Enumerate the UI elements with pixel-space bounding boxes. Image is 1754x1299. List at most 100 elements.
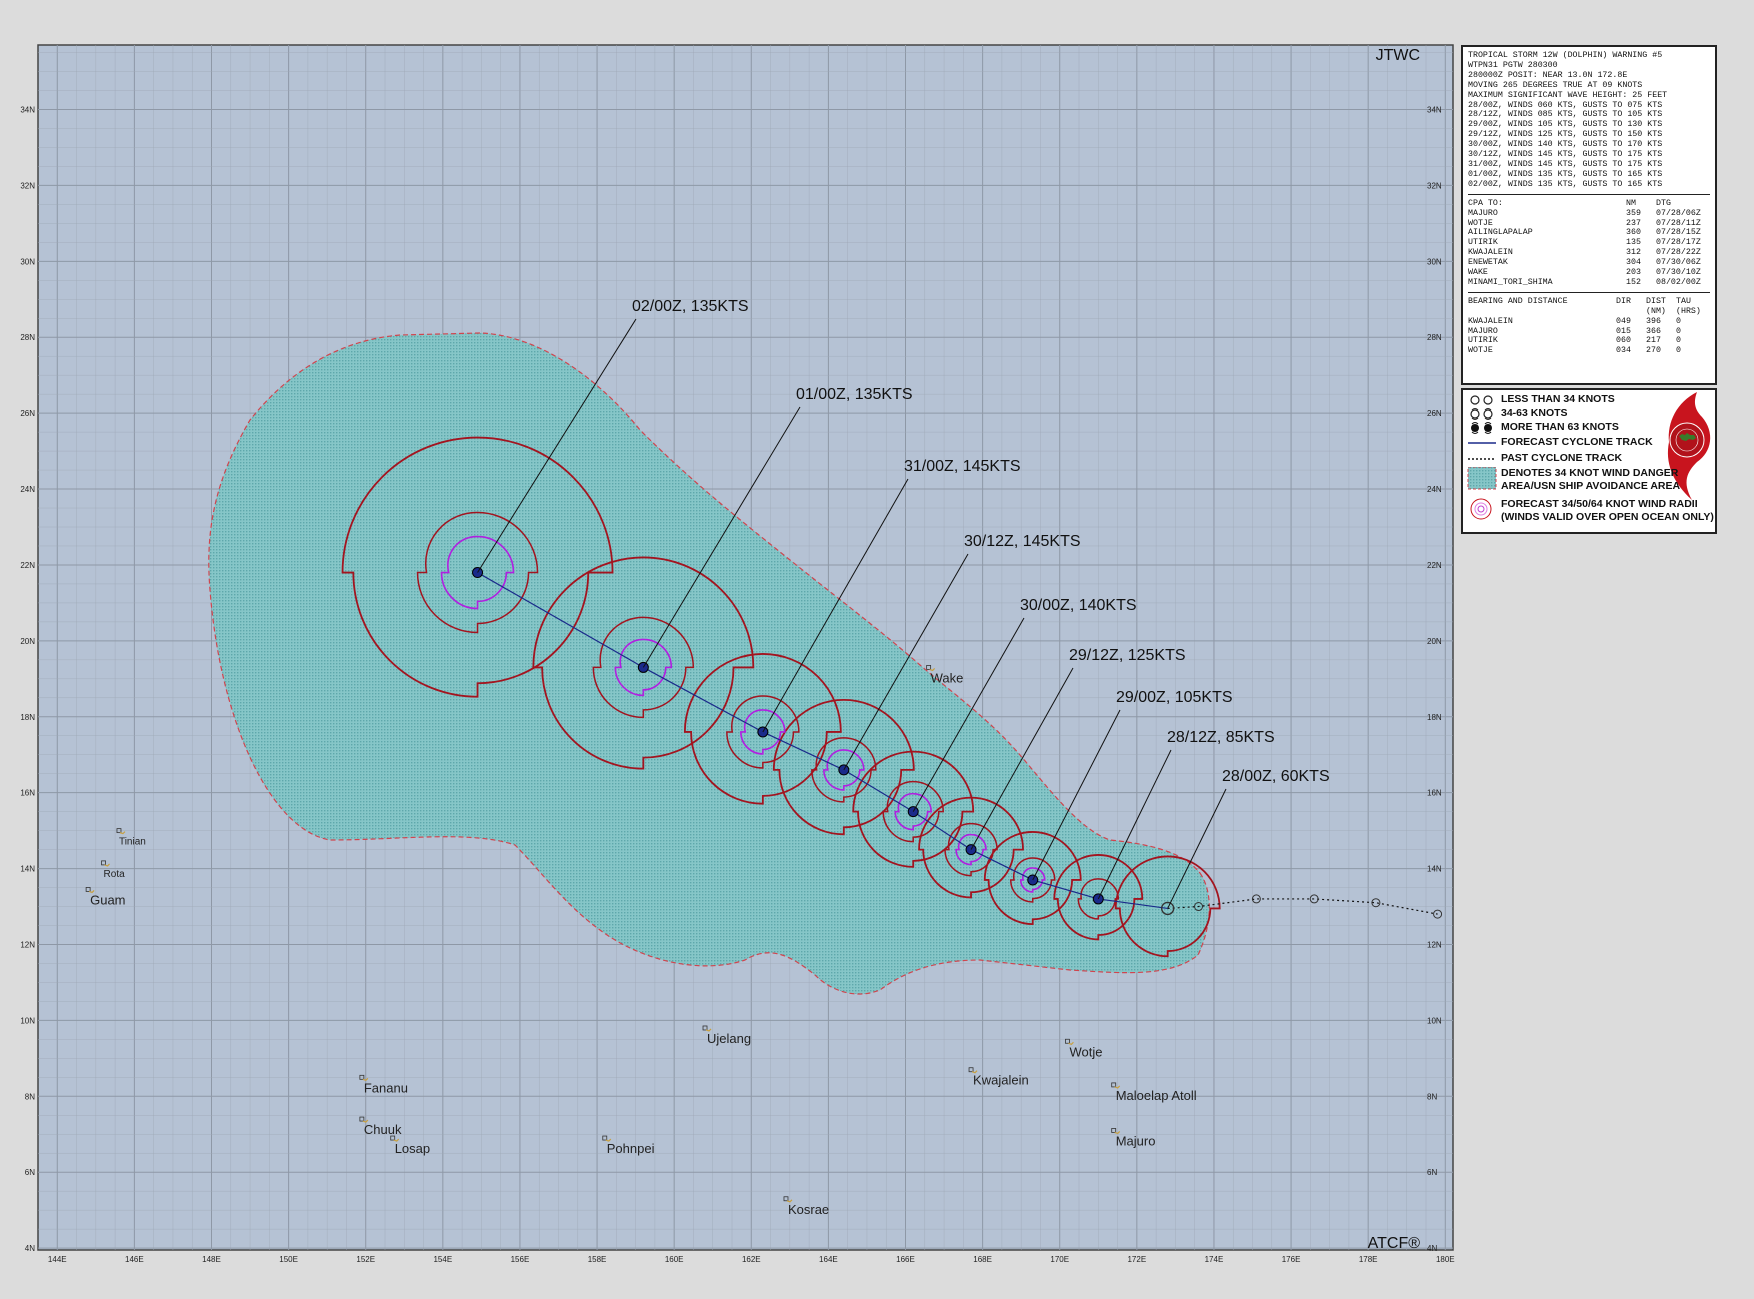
latitude-label-right: 18N xyxy=(1427,713,1442,722)
cpa-cell: 152 xyxy=(1626,277,1641,287)
longitude-label: 148E xyxy=(202,1255,221,1264)
latitude-label-right: 26N xyxy=(1427,409,1442,418)
bearing-cell: MAJURO xyxy=(1468,326,1498,336)
legend-item: FORECAST 34/50/64 KNOT WIND RADII (WINDS… xyxy=(1463,498,1714,524)
forecast-label: 30/12Z, 145KTS xyxy=(964,533,1081,550)
software-label: ATCF® xyxy=(1368,1235,1421,1252)
warning-line: MAXIMUM SIGNIFICANT WAVE HEIGHT: 25 FEET xyxy=(1468,90,1668,100)
34-63-knots-icon xyxy=(1470,408,1493,420)
cpa-cell: 07/28/17Z xyxy=(1656,238,1701,248)
place-label: Maloelap Atoll xyxy=(1116,1088,1197,1103)
cpa-row: ENEWETAK 304 07/30/06Z xyxy=(1468,258,1710,268)
warning-line: TROPICAL STORM 12W (DOLPHIN) WARNING #5 xyxy=(1468,51,1663,60)
cpa-cell: UTIRIK xyxy=(1468,238,1498,248)
bearing-cell: 217 xyxy=(1646,336,1661,346)
bearing-cell: 0 xyxy=(1676,346,1681,356)
legend-item: MORE THAN 63 KNOTS xyxy=(1463,421,1619,435)
cpa-cell: 237 xyxy=(1626,218,1641,228)
bearing-subheader-row: (NM) (HRS) xyxy=(1468,307,1710,317)
legend-label: LESS THAN 34 KNOTS xyxy=(1501,393,1615,405)
warning-line: 01/00Z, WINDS 135 KTS, GUSTS TO 165 KTS xyxy=(1468,169,1663,179)
cpa-row: MINAMI_TORI_SHIMA 152 08/02/00Z xyxy=(1468,278,1710,288)
bearing-row: WOTJE 034 270 0 xyxy=(1468,346,1710,356)
warning-line: 29/00Z, WINDS 105 KTS, GUSTS TO 130 KTS xyxy=(1468,120,1663,130)
danger-area-icon xyxy=(1467,467,1497,490)
warning-line: 28/00Z, WINDS 060 KTS, GUSTS TO 075 KTS xyxy=(1468,100,1663,110)
bearing-dist-header: DIST xyxy=(1646,296,1666,306)
legend-item: LESS THAN 34 KNOTS xyxy=(1463,393,1615,407)
bearing-cell: 060 xyxy=(1616,336,1631,346)
latitude-label-right: 10N xyxy=(1427,1016,1442,1025)
warning-line: 02/00Z, WINDS 135 KTS, GUSTS TO 165 KTS xyxy=(1468,179,1663,189)
cpa-cell: 135 xyxy=(1626,238,1641,248)
cpa-row: WAKE 203 07/30/10Z xyxy=(1468,268,1710,278)
legend-label: FORECAST 34/50/64 KNOT WIND RADII (WINDS… xyxy=(1501,498,1714,523)
bearing-tau-header: TAU xyxy=(1676,296,1691,306)
warning-line: 30/00Z, WINDS 140 KTS, GUSTS TO 170 KTS xyxy=(1468,140,1663,150)
latitude-label-left: 28N xyxy=(20,333,35,342)
warning-header: TROPICAL STORM 12W (DOLPHIN) WARNING #5 W… xyxy=(1468,51,1710,190)
less-than-34-knots-icon xyxy=(1470,395,1493,405)
legend-label: FORECAST CYCLONE TRACK xyxy=(1501,436,1653,448)
forecast-label: 28/00Z, 60KTS xyxy=(1222,768,1330,785)
warning-info-box: TROPICAL STORM 12W (DOLPHIN) WARNING #5 W… xyxy=(1461,45,1717,385)
bearing-cell: WOTJE xyxy=(1468,346,1493,356)
cpa-cell: 312 xyxy=(1626,248,1641,258)
cpa-cell: 203 xyxy=(1626,268,1641,278)
warning-line: 31/00Z, WINDS 145 KTS, GUSTS TO 175 KTS xyxy=(1468,159,1663,169)
latitude-label-left: 16N xyxy=(20,789,35,798)
latitude-label-left: 12N xyxy=(20,940,35,949)
bearing-title: BEARING AND DISTANCE xyxy=(1468,296,1568,306)
cpa-row: AILINGLAPALAP 360 07/28/15Z xyxy=(1468,228,1710,238)
bearing-cell: 049 xyxy=(1616,316,1631,326)
forecast-track-icon xyxy=(1468,442,1496,444)
latitude-label-right: 6N xyxy=(1427,1168,1437,1177)
bearing-sub-blank2 xyxy=(1616,307,1646,317)
longitude-label: 152E xyxy=(356,1255,375,1264)
bearing-cell: KWAJALEIN xyxy=(1468,316,1513,326)
cpa-row: UTIRIK 135 07/28/17Z xyxy=(1468,238,1710,248)
past-track-icon xyxy=(1468,458,1496,460)
latitude-label-left: 10N xyxy=(20,1016,35,1025)
cpa-header-row: CPA TO: NM DTG xyxy=(1468,199,1710,209)
forecast-label: 31/00Z, 145KTS xyxy=(904,458,1021,475)
place-label: Rota xyxy=(104,869,126,880)
cpa-row: KWAJALEIN 312 07/28/22Z xyxy=(1468,248,1710,258)
latitude-label-right: 14N xyxy=(1427,865,1442,874)
longitude-label: 180E xyxy=(1436,1255,1455,1264)
cpa-cell: WAKE xyxy=(1468,268,1488,278)
latitude-label-right: 12N xyxy=(1427,940,1442,949)
wind-radii-icon xyxy=(1470,498,1492,520)
longitude-label: 172E xyxy=(1127,1255,1146,1264)
bearing-cell: 396 xyxy=(1646,316,1661,326)
place-label: Wake xyxy=(931,670,964,685)
longitude-label: 158E xyxy=(588,1255,607,1264)
latitude-label-left: 24N xyxy=(20,485,35,494)
place-label: Fananu xyxy=(364,1080,408,1095)
cpa-dtg-header: DTG xyxy=(1656,198,1671,208)
latitude-label-right: 4N xyxy=(1427,1244,1437,1253)
latitude-label-right: 30N xyxy=(1427,257,1442,266)
longitude-label: 156E xyxy=(511,1255,530,1264)
forecast-label: 30/00Z, 140KTS xyxy=(1020,597,1137,614)
latitude-label-left: 4N xyxy=(25,1244,35,1253)
warning-line: WTPN31 PGTW 280300 xyxy=(1468,60,1558,70)
cpa-cell: MINAMI_TORI_SHIMA xyxy=(1468,277,1553,287)
cpa-row: WOTJE 237 07/28/11Z xyxy=(1468,219,1710,229)
cpa-title: CPA TO: xyxy=(1468,198,1503,208)
latitude-label-right: 24N xyxy=(1427,485,1442,494)
longitude-label: 176E xyxy=(1282,1255,1301,1264)
cpa-cell: WOTJE xyxy=(1468,218,1493,228)
longitude-label: 150E xyxy=(279,1255,298,1264)
cpa-cell: KWAJALEIN xyxy=(1468,248,1513,258)
latitude-label-right: 22N xyxy=(1427,561,1442,570)
bearing-cell: 015 xyxy=(1616,326,1631,336)
warning-line: MOVING 265 DEGREES TRUE AT 09 KNOTS xyxy=(1468,80,1643,90)
longitude-label: 164E xyxy=(819,1255,838,1264)
latitude-label-right: 20N xyxy=(1427,637,1442,646)
longitude-label: 168E xyxy=(973,1255,992,1264)
bearing-cell: 270 xyxy=(1646,346,1661,356)
legend-item: FORECAST CYCLONE TRACK xyxy=(1463,436,1653,450)
cpa-cell: 07/28/22Z xyxy=(1656,248,1701,258)
cpa-cell: 07/30/10Z xyxy=(1656,268,1701,278)
